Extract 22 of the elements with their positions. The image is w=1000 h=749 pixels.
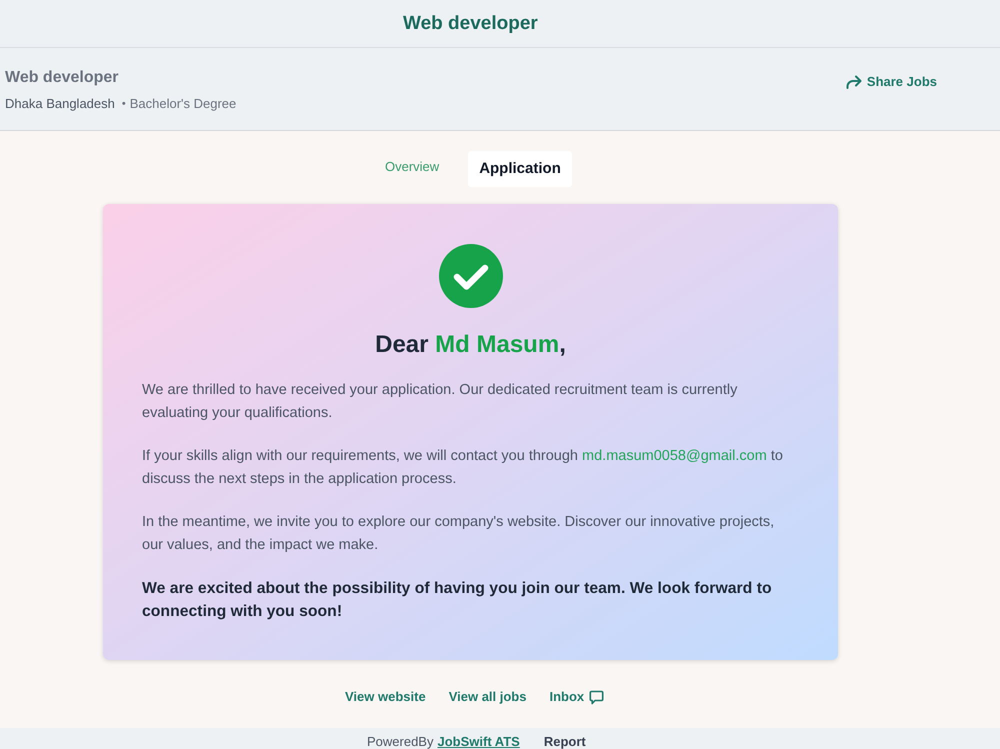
tab[interactable]: Application	[468, 151, 572, 187]
job-title: Web developer	[5, 68, 120, 88]
share-arrow-icon	[846, 75, 862, 89]
greeting-heading: Dear Md Masum,	[375, 330, 566, 359]
footer-link[interactable]: View website	[345, 687, 426, 707]
job-degree: Bachelor's Degree	[130, 95, 236, 113]
chat-bubble-icon	[589, 690, 604, 704]
report-link[interactable]: Report	[544, 734, 586, 749]
message-paragraph: If your skills align with our requirements, we will contact you through md.masum0058@gmail.com to discuss the next steps in the application process.	[142, 447, 784, 489]
job-location: Dhaka Bangladesh	[5, 95, 115, 113]
separator-dot: •	[122, 97, 126, 112]
brand-link[interactable]: JobSwift ATS	[437, 734, 520, 749]
message-paragraph: In the meantime, we invite you to explore our company's website. Discover our innovative projects, our values, and the impact we make.	[142, 513, 776, 555]
page-title: Web developer	[403, 12, 538, 36]
powered-by-label: PoweredBy	[367, 734, 434, 749]
closing-paragraph: We are excited about the possibility of having you join our team. We look forward to connecting with you soon!	[142, 579, 773, 622]
footer-link[interactable]: Inbox	[549, 687, 604, 707]
footer-link[interactable]: View all jobs	[448, 687, 526, 707]
success-check-icon	[438, 244, 502, 308]
message-paragraph: We are thrilled to have received your application. Our dedicated recruitment team is currently evaluating your qualifications.	[142, 381, 738, 423]
share-button[interactable]: Share Jobs	[846, 72, 937, 92]
tab[interactable]: Overview	[385, 149, 440, 185]
